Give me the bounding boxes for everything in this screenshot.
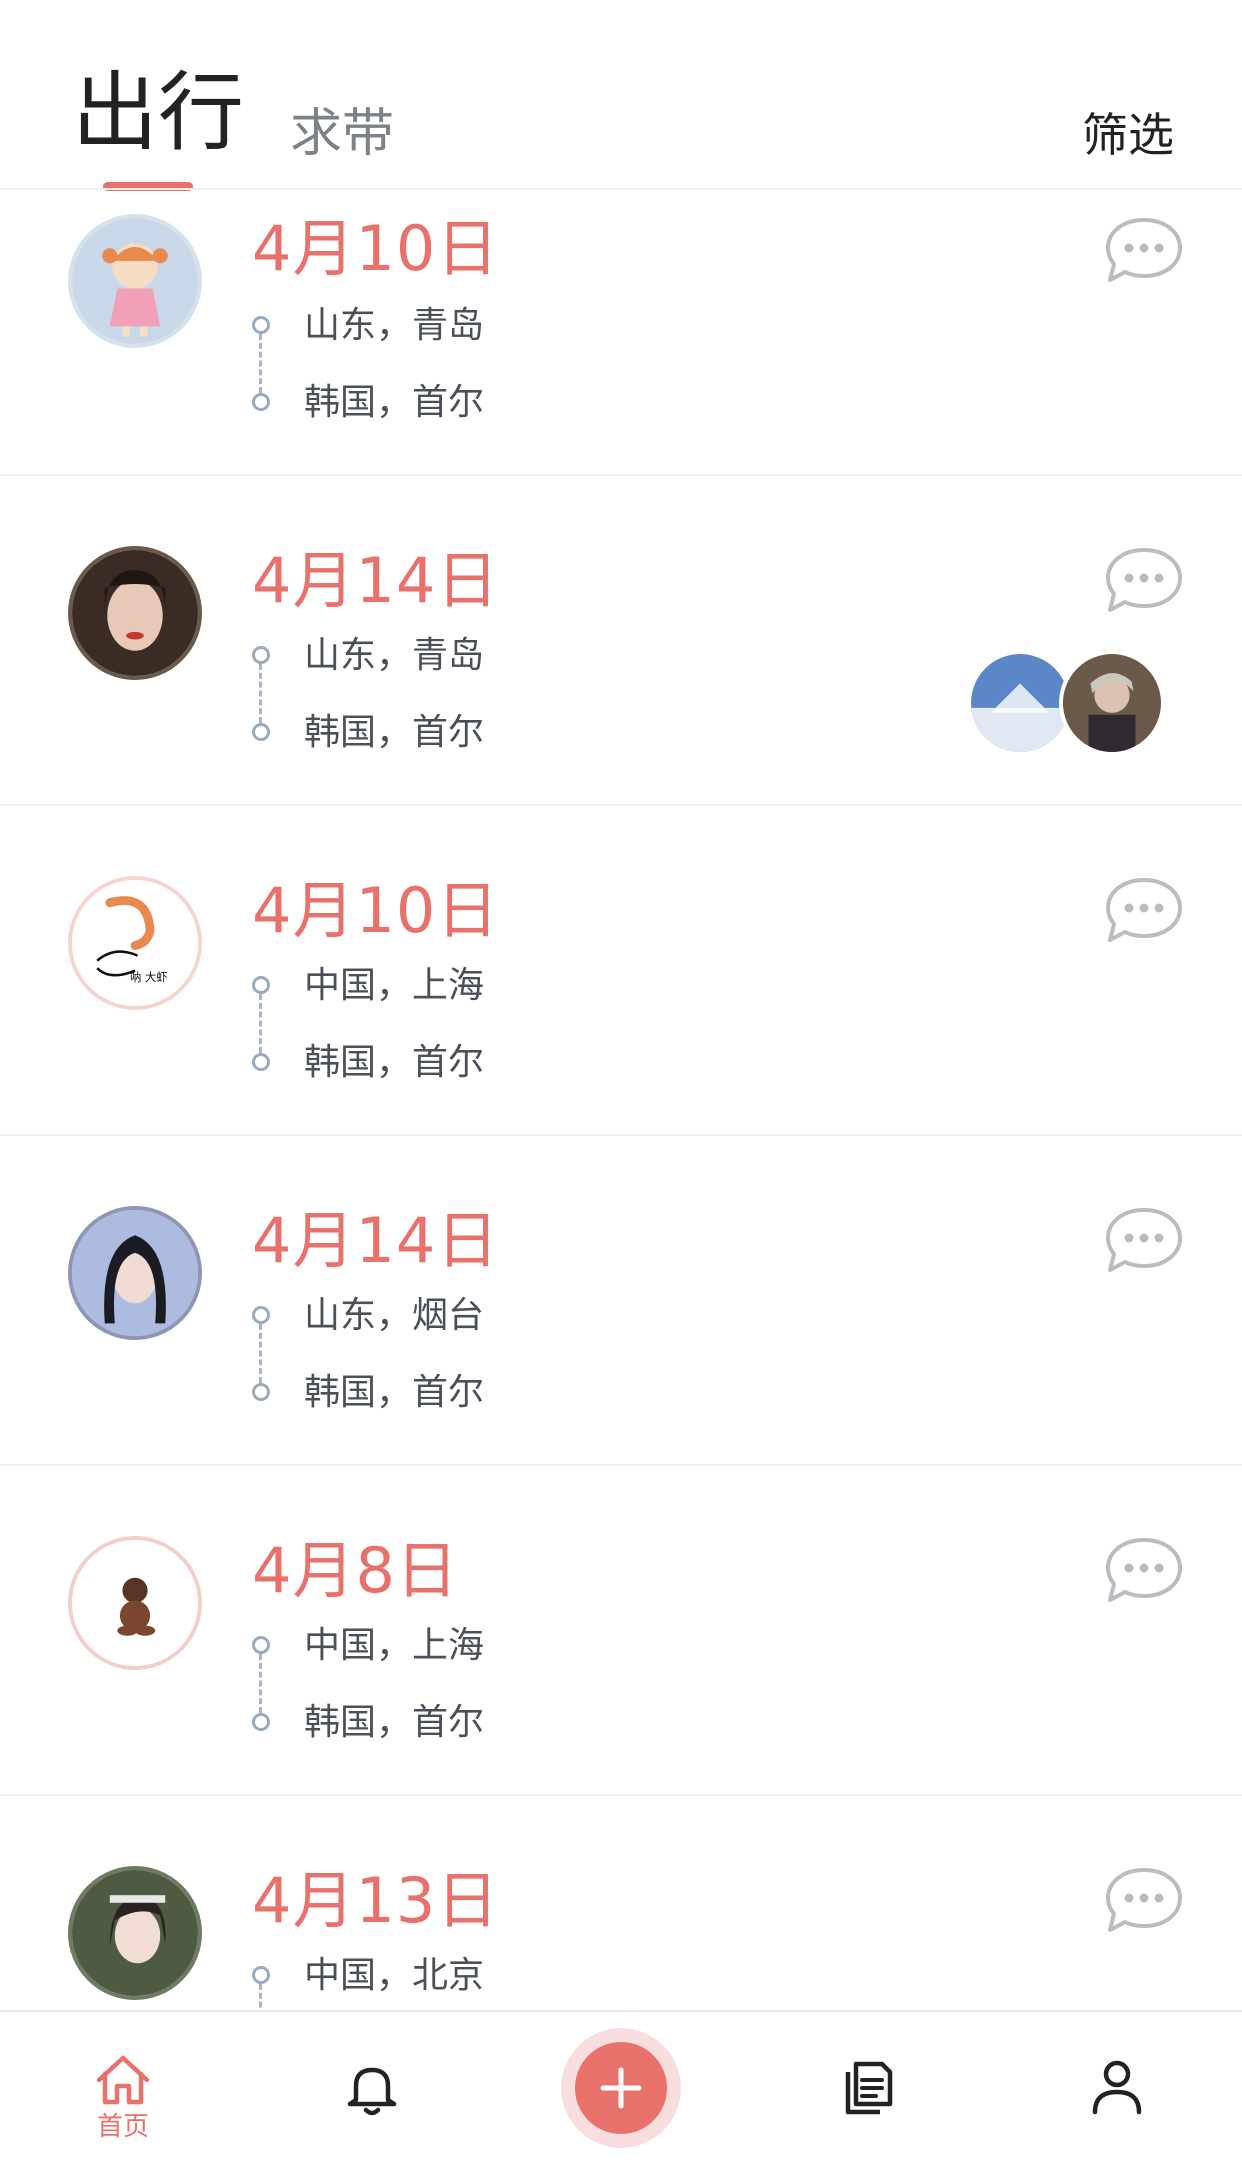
document-icon xyxy=(845,2061,893,2115)
nav-home[interactable]: 首页 xyxy=(83,2050,163,2160)
add-trip-button[interactable] xyxy=(561,2028,681,2148)
girl-photo-avatar[interactable] xyxy=(68,546,202,680)
girl-photo-avatar[interactable] xyxy=(68,1866,202,2000)
trip-item[interactable]: 4月8日 中国，上海 韩国，首尔 xyxy=(0,1466,1242,1796)
chat-bubble-icon[interactable] xyxy=(1104,1866,1184,1936)
destination-dot-icon xyxy=(252,723,270,741)
trip-destination: 韩国，首尔 xyxy=(304,1042,485,1083)
chat-bubble-icon[interactable] xyxy=(1104,216,1184,286)
nav-documents[interactable] xyxy=(828,2058,908,2168)
filter-button[interactable]: 筛选 xyxy=(1082,112,1174,158)
route-connector xyxy=(259,1324,262,1383)
person-photo-avatar[interactable] xyxy=(1059,650,1165,756)
origin-dot-icon xyxy=(252,316,270,334)
bell-icon xyxy=(347,2067,397,2116)
chat-bubble-icon[interactable] xyxy=(1104,546,1184,616)
trip-origin: 山东，烟台 xyxy=(304,1295,485,1336)
sky-photo-avatar[interactable] xyxy=(967,650,1073,756)
trip-date: 4月14日 xyxy=(252,1204,500,1277)
chat-bubble-icon[interactable] xyxy=(1104,1536,1184,1606)
chat-bubble-icon[interactable] xyxy=(1104,876,1184,946)
plus-icon xyxy=(600,2067,642,2109)
trip-destination: 韩国，首尔 xyxy=(304,712,485,753)
tab-outbound[interactable]: 出行 xyxy=(72,70,244,156)
user-icon xyxy=(1092,2060,1142,2115)
route-connector xyxy=(259,334,262,393)
cartoon-girl-avatar[interactable] xyxy=(68,214,202,348)
trip-item[interactable]: 4月14日 山东，烟台 韩国，首尔 xyxy=(0,1136,1242,1466)
destination-dot-icon xyxy=(252,1053,270,1071)
tab-request[interactable]: 求带 xyxy=(290,108,394,160)
destination-dot-icon xyxy=(252,1383,270,1401)
trip-item[interactable]: 4月10日 山东，青岛 韩国，首尔 xyxy=(0,190,1242,476)
origin-dot-icon xyxy=(252,646,270,664)
trip-item[interactable]: 4月14日 山东，青岛 韩国，首尔 xyxy=(0,476,1242,806)
origin-dot-icon xyxy=(252,1966,270,1984)
trip-date: 4月8日 xyxy=(252,1534,459,1607)
nav-profile[interactable] xyxy=(1077,2056,1157,2166)
trip-date: 4月10日 xyxy=(252,874,500,947)
nav-home-label: 首页 xyxy=(96,2112,149,2142)
nav-notifications[interactable] xyxy=(332,2058,412,2168)
chat-bubble-icon[interactable] xyxy=(1104,1206,1184,1276)
trip-origin: 中国，上海 xyxy=(304,1625,485,1666)
bottom-nav: 首页 xyxy=(0,2010,1242,2160)
trip-date: 4月13日 xyxy=(252,1864,500,1937)
trip-date: 4月14日 xyxy=(252,544,500,617)
trip-list: 4月10日 山东，青岛 韩国，首尔 4月14日 山东，青岛 韩国，首尔 呐 大虾… xyxy=(0,190,1242,2043)
origin-dot-icon xyxy=(252,1306,270,1324)
trip-item[interactable]: 呐 大虾 4月10日 中国，上海 韩国，首尔 xyxy=(0,806,1242,1136)
companion-avatars xyxy=(967,650,1167,758)
top-header: 出行 求带 筛选 xyxy=(0,0,1242,191)
baby-avatar[interactable] xyxy=(68,1536,202,1670)
girl-photo-avatar[interactable] xyxy=(68,1206,202,1340)
home-icon xyxy=(96,2055,150,2105)
shrimp-avatar[interactable]: 呐 大虾 xyxy=(68,876,202,1010)
trip-origin: 山东，青岛 xyxy=(304,305,485,346)
trip-destination: 韩国，首尔 xyxy=(304,1702,485,1743)
route-connector xyxy=(259,1654,262,1713)
origin-dot-icon xyxy=(252,1636,270,1654)
avatar-caption: 呐 大虾 xyxy=(130,970,168,984)
trip-origin: 山东，青岛 xyxy=(304,635,485,676)
trip-origin: 中国，上海 xyxy=(304,965,485,1006)
destination-dot-icon xyxy=(252,1713,270,1731)
trip-item[interactable]: 4月13日 中国，北京 xyxy=(0,1796,1242,2043)
route-connector xyxy=(259,664,262,723)
route-connector xyxy=(259,994,262,1053)
destination-dot-icon xyxy=(252,393,270,411)
trip-destination: 韩国，首尔 xyxy=(304,382,485,423)
origin-dot-icon xyxy=(252,976,270,994)
trip-destination: 韩国，首尔 xyxy=(304,1372,485,1413)
add-trip-button-core xyxy=(575,2042,667,2134)
trip-origin: 中国，北京 xyxy=(304,1955,485,1996)
trip-date: 4月10日 xyxy=(252,212,500,285)
